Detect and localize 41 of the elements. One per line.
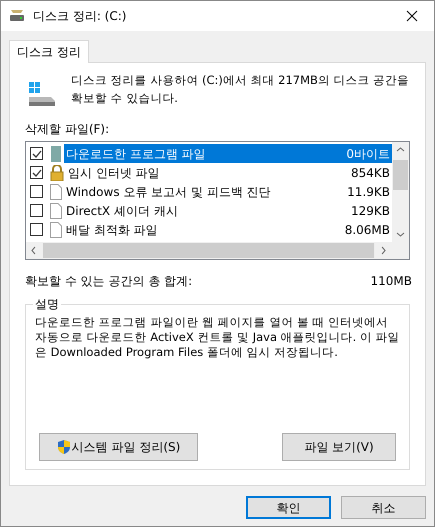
close-icon[interactable]	[406, 10, 418, 22]
drive-icon	[27, 80, 57, 108]
disk-icon	[9, 9, 25, 23]
total-value: 110MB	[370, 273, 412, 290]
file-row[interactable]: DirectX 셰이더 캐시 129KB	[30, 201, 392, 220]
file-name: Windows 오류 보고서 및 피드백 진단	[66, 184, 271, 200]
total-label: 확보할 수 있는 공간의 총 합계:	[25, 273, 192, 290]
file-name: DirectX 셰이더 캐시	[66, 202, 178, 220]
file-name: 다운로드한 프로그램 파일	[66, 146, 206, 162]
tab[interactable]: 디스크 정리	[9, 40, 89, 63]
panel-button[interactable]: 파일 보기(V)	[282, 433, 396, 461]
file-size: 129KB	[350, 202, 390, 220]
file-size: 854KB	[350, 164, 390, 182]
checkbox[interactable]	[30, 147, 43, 160]
intro-text: 디스크 정리를 사용하여 (C:)에서 최대 217MB의 디스크 공간을 확보할 수 있습니다.	[71, 72, 410, 107]
document-icon	[50, 222, 62, 238]
document-icon	[50, 202, 62, 218]
checkbox[interactable]	[30, 223, 43, 236]
horizontal-scrollbar[interactable]	[26, 242, 409, 259]
vertical-scrollbar[interactable]	[392, 142, 409, 242]
file-size: 0바이트	[346, 146, 390, 162]
shield-icon	[56, 439, 71, 455]
files-label: 삭제할 파일(F):	[25, 121, 110, 138]
checkbox[interactable]	[30, 204, 43, 217]
file-size: 11.9KB	[347, 184, 390, 200]
panel-button[interactable]: 시스템 파일 정리(S)	[39, 433, 198, 461]
file-row[interactable]: 임시 인터넷 파일 854KB	[30, 163, 392, 182]
lock-icon	[50, 164, 64, 180]
document-icon	[50, 184, 62, 200]
checkbox[interactable]	[30, 185, 43, 198]
dialog-button[interactable]: 취소	[341, 496, 426, 519]
file-row[interactable]: 배달 최적화 파일 8.06MB	[30, 220, 392, 239]
file-size: 8.06MB	[344, 222, 390, 238]
dialog-button[interactable]: 확인	[246, 496, 331, 519]
file-name: 배달 최적화 파일	[66, 222, 158, 238]
file-row[interactable]: Windows 오류 보고서 및 피드백 진단 11.9KB	[30, 182, 392, 201]
window-title: 디스크 정리: (C:)	[33, 8, 128, 25]
description-text: 다운로드한 프로그램 파일이란 웹 페이지를 열어 볼 때 인터넷에서 자동으로 다운로드한 ActiveX 컨트롤 및 Java 애플릿입니다. 이 파일은 Downloaded Program Files 폴더에 임시 저장됩니다.	[35, 315, 400, 360]
checkbox[interactable]	[30, 166, 43, 179]
group-legend: 설명	[33, 296, 61, 312]
file-name: 임시 인터넷 파일	[68, 164, 160, 182]
